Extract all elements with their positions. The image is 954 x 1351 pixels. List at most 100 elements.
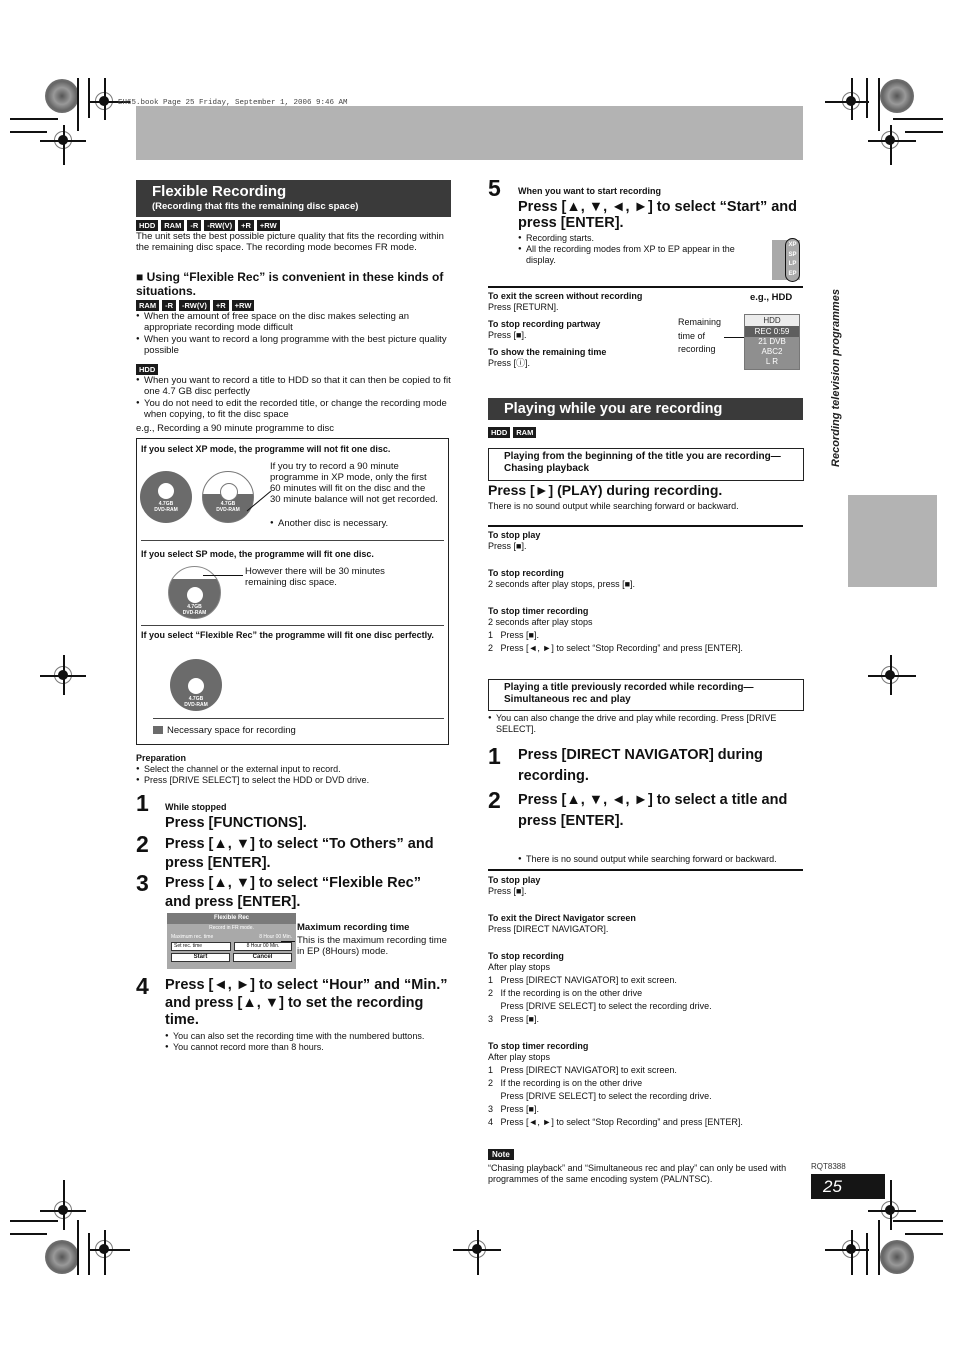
step-number: 2 [488,787,501,813]
badge-plus-r: +R [212,300,229,311]
tip-title: To show the remaining time [488,347,607,357]
step-5-bullets: Recording starts. All the recording mode… [518,233,763,266]
step-4-bullets: You can also set the recording time with… [165,1031,445,1053]
flexible-recording-heading: Flexible Recording (Recording that fits … [136,180,451,217]
simul-step-1-text: Press [DIRECT NAVIGATOR] during recordin… [518,747,763,784]
step-1-text: Press [FUNCTIONS]. [165,815,307,831]
bullet-item: Recording starts. [518,233,763,244]
divider [488,525,803,527]
bullet-item: You can also set the recording time with… [165,1031,445,1042]
display-rec-time: REC 0:59 [745,326,799,337]
simultaneous-box: Playing a title previously recorded whil… [488,679,804,711]
bullet-item: When you want to record a long programme… [136,334,452,356]
display-example-label: e.g., HDD [750,292,793,303]
step-number: 2 [136,831,149,857]
screen-title: Flexible Rec [167,913,296,924]
tip-text: 4 Press [◄, ►] to select “Stop Recording… [488,1117,743,1127]
tip-title: To stop play [488,875,541,885]
media-badges: HDD RAM -R -RW(V) +R +RW [136,220,280,231]
chapter-tab [848,495,937,587]
cancel-button[interactable]: Cancel [233,953,292,962]
section-title: Flexible Recording [152,183,287,200]
header-band [136,106,803,160]
tip-text: 2 seconds after play stops [488,617,593,627]
fr-heading: If you select “Flexible Rec” the program… [141,630,434,640]
screen-mode: Record in FR mode. [209,925,254,931]
step-number: 5 [488,175,501,201]
badge-ram: RAM [161,220,185,231]
tip-title: To stop recording [488,568,564,578]
tip-text: 1 Press [DIRECT NAVIGATOR] to exit scree… [488,975,677,985]
tip-text: 1 Press [DIRECT NAVIGATOR] to exit scree… [488,1065,677,1075]
hdd-badges: HDD [136,364,159,375]
tip-text: 3 Press [■]. [488,1104,539,1114]
step-5-text: Press [▲, ▼, ◄, ►] to select “Start” and… [518,199,797,231]
tip-text: Press [RETURN]. [488,302,559,312]
registration-rosette-icon [45,1240,79,1274]
bullet-item: When the amount of free space on the dis… [136,311,452,333]
screen-buttons: Start Cancel [167,951,296,962]
divider [488,869,803,871]
step-number: 1 [136,790,149,816]
step-4-text: Press [◄, ►] to select “Hour” and “Min.”… [165,977,448,1028]
playing-heading: Playing while you are recording [488,398,803,420]
recording-tips: To exit the screen without recording Pre… [488,290,678,369]
badge-plus-rw: +RW [256,220,280,231]
tip-text: 1 Press [■]. [488,630,539,640]
tip-title: To exit the Direct Navigator screen [488,913,636,923]
tip-text: After play stops [488,962,551,972]
badge-r: -R [187,220,202,231]
xp-text: If you try to record a 90 minute program… [270,461,438,505]
simul-step-2-text: Press [▲, ▼, ◄, ►] to select a title and… [518,792,788,829]
disc-fr-icon: 4.7GB DVD-RAM [170,659,222,711]
bullet-item: Select the channel or the external input… [136,764,452,775]
tip-text: 2 If the recording is on the other drive [488,1078,643,1088]
note-text: “Chasing playback” and “Simultaneous rec… [488,1163,787,1184]
chasing-box: Playing from the beginning of the title … [488,448,804,481]
start-button[interactable]: Start [171,953,230,962]
page-number: 25 [811,1174,885,1199]
set-time-field[interactable]: 8 Hour 00 Min. [234,942,292,951]
xp-heading: If you select XP mode, the programme wil… [141,444,391,454]
max-time-row: Maximum rec. time 8 Hour 00 Min. [171,934,292,940]
flexible-intro: The unit sets the best possible picture … [136,231,444,253]
disc-sp-icon: 4.7GB DVD-RAM [168,566,221,619]
display-station: ABC2 [761,347,783,356]
tip-text: Press [ⓘ]. [488,358,531,368]
chapter-label: Recording television programmes [830,288,842,467]
tip-text: Press [DRIVE SELECT] to select the recor… [488,1001,712,1011]
set-time-label: Set rec. time [171,942,231,951]
chasing-step: Press [►] (PLAY) during recording. [488,482,723,498]
bullet-item: All the recording modes from XP to EP ap… [518,244,763,266]
bullet-item: When you want to record a title to HDD s… [136,375,452,397]
badge-rwv: -RW(V) [179,300,210,311]
tip-text: 3 Press [■]. [488,1014,539,1024]
legend-label: Necessary space for recording [167,725,296,736]
legend-swatch [153,726,163,734]
registration-rosette-icon [880,79,914,113]
badge-hdd: HDD [136,364,159,375]
tip-text: 2 seconds after play stops, press [■]. [488,579,636,589]
step-number: 1 [488,743,501,769]
tip-text: Press [■]. [488,886,527,896]
mode-comparison-diagram: If you select XP mode, the programme wil… [136,438,449,745]
mode-display-icon: XP SP LP EP [772,238,800,282]
tip-text: 2 If the recording is on the other drive [488,988,643,998]
tip-text: After play stops [488,1052,551,1062]
document-code: RQT8388 [811,1162,846,1171]
flexible-rec-screen: Flexible Rec Record in FR mode. Maximum … [167,913,296,969]
bullet-item: Press [DRIVE SELECT] to select the HDD o… [136,775,452,786]
set-time-row: Set rec. time 8 Hour 00 Min. [167,942,296,951]
badge-hdd: HDD [488,427,511,438]
simultaneous-tips: To stop play Press [■]. To exit the Dire… [488,874,803,1128]
tip-title: To stop play [488,530,541,540]
tip-text: Press [■]. [488,330,527,340]
preparation-title: Preparation [136,753,187,763]
badge-plus-rw: +RW [231,300,255,311]
step-number: 4 [136,973,149,999]
chasing-note: There is no sound output while searching… [488,501,739,511]
disc-badges: RAM -R -RW(V) +R +RW [136,300,255,311]
disc-bullets: When the amount of free space on the dis… [136,311,452,356]
display-drive: HDD [745,315,799,326]
tip-text: 2 Press [◄, ►] to select “Stop Recording… [488,643,743,653]
